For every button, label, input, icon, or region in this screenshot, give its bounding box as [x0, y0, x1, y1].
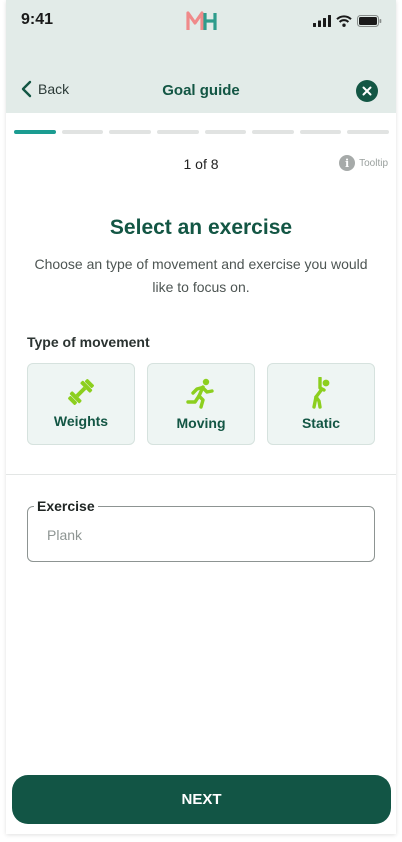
- info-icon: i: [339, 155, 356, 171]
- tooltip-label: Tooltip: [359, 157, 388, 169]
- movement-option-label: Static: [301, 415, 341, 431]
- signal-icon: [313, 15, 331, 27]
- exercise-field-placeholder: Plank: [47, 527, 83, 543]
- progress-segment: [252, 130, 294, 134]
- progress-segment-active: [14, 130, 56, 134]
- status-icons: [313, 14, 382, 28]
- progress-segment: [347, 130, 389, 134]
- next-button[interactable]: NEXT: [12, 775, 391, 824]
- movement-option-weights[interactable]: Weights: [27, 363, 135, 445]
- exercise-field-label: Exercise: [34, 498, 98, 514]
- battery-icon: [357, 15, 382, 27]
- movement-option-label: Moving: [176, 415, 226, 431]
- progress-segment: [156, 130, 199, 134]
- progress-bar: [14, 130, 389, 134]
- movement-options: Weights Moving Static: [27, 363, 375, 445]
- page-title: Goal guide: [162, 82, 240, 99]
- stretching-icon: [312, 377, 330, 409]
- step-counter: 1 of 8: [183, 156, 219, 172]
- wifi-icon: [336, 15, 352, 27]
- header: 9:41 Back Goal guide: [6, 0, 396, 113]
- progress-segment: [61, 130, 104, 134]
- app-screen: 9:41 Back Goal guide 1 of 8 i Tooltip Se…: [6, 0, 396, 834]
- running-icon: [186, 378, 214, 409]
- tooltip-button[interactable]: i Tooltip: [339, 155, 388, 171]
- status-time: 9:41: [21, 11, 54, 28]
- app-logo: [186, 11, 217, 30]
- movement-type-label: Type of movement: [27, 334, 150, 350]
- close-button[interactable]: [356, 80, 378, 102]
- movement-option-static[interactable]: Static: [267, 363, 375, 445]
- progress-segment: [109, 130, 151, 134]
- section-description: Choose an type of movement and exercise …: [34, 256, 368, 295]
- movement-option-moving[interactable]: Moving: [147, 363, 255, 445]
- dumbbell-icon: [68, 379, 94, 405]
- section-divider: [6, 474, 396, 475]
- close-icon: [362, 86, 372, 96]
- progress-segment: [299, 130, 342, 134]
- movement-option-label: Weights: [53, 413, 109, 429]
- section-heading: Select an exercise: [109, 216, 293, 239]
- navigation-bar: Back Goal guide: [6, 76, 396, 106]
- progress-segment: [204, 130, 247, 134]
- exercise-field[interactable]: Exercise Plank: [27, 498, 375, 562]
